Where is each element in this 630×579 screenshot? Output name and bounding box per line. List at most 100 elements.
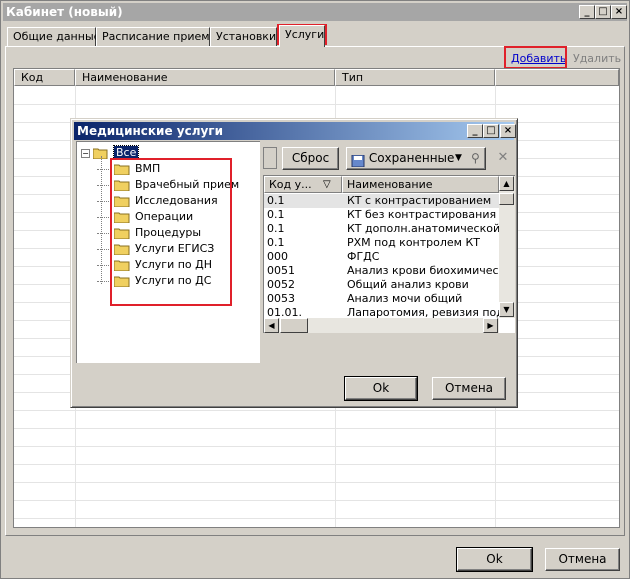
column-header-type[interactable]: Тип — [335, 69, 495, 86]
grid-line — [14, 410, 619, 411]
column-header-service-name[interactable]: Наименование — [342, 176, 499, 193]
close-button[interactable]: × — [611, 5, 627, 19]
service-name: Общий анализ крови — [347, 278, 469, 291]
service-row[interactable]: 0052 Общий анализ крови — [264, 278, 499, 292]
window-title: Кабинет (новый) — [6, 5, 123, 19]
tree-item-label: ВМП — [135, 162, 161, 175]
tab-settings[interactable]: Установки — [210, 27, 277, 47]
cancel-button[interactable]: Отмена — [545, 548, 620, 571]
tree-connector — [101, 156, 102, 284]
tree-item[interactable]: Процедуры — [97, 225, 201, 241]
reset-button[interactable]: Сброс — [282, 147, 339, 170]
tree-root[interactable]: − Все — [81, 145, 140, 161]
vertical-scrollbar[interactable]: ▲ ▼ — [499, 176, 515, 318]
tab-schedule[interactable]: Расписание приема — [96, 27, 216, 47]
dropdown-arrow-icon: ▼ — [455, 153, 462, 163]
tree-item-label: Операции — [135, 210, 194, 223]
tree-item[interactable]: Услуги по ДС — [97, 273, 211, 289]
dialog-cancel-button[interactable]: Отмена — [432, 377, 506, 400]
service-code: 000 — [267, 250, 288, 263]
service-row[interactable]: 0.1 КТ без контрастирования — [264, 208, 499, 222]
service-code: 0.1 — [267, 236, 285, 249]
tree-connector — [97, 200, 111, 202]
service-code: 0053 — [267, 292, 295, 305]
services-list-grid[interactable]: Код у... ▽ Наименование 0.1 КТ с контраст… — [263, 175, 515, 333]
saved-button[interactable]: Сохраненные ▼ ⚲ — [346, 147, 486, 170]
tree-item-label: Исследования — [135, 194, 218, 207]
horizontal-scrollbar[interactable]: ◀ ▶ — [264, 318, 499, 333]
folder-icon — [114, 275, 130, 287]
grid-line — [14, 518, 619, 519]
category-tree[interactable]: − Все ВМП Врачебный прием Исследования Опера… — [76, 141, 260, 363]
folder-icon — [114, 211, 130, 223]
scroll-left-button[interactable]: ◀ — [264, 318, 279, 333]
column-header-code[interactable]: Код — [14, 69, 75, 86]
toolbar-edge — [263, 147, 277, 169]
minimize-button[interactable]: _ — [579, 5, 595, 19]
dialog-titlebar: Медицинские услуги _ □ × — [74, 122, 516, 140]
service-name: Анализ крови биохимический — [347, 264, 499, 277]
tree-item[interactable]: Услуги ЕГИСЗ — [97, 241, 214, 257]
scroll-right-button[interactable]: ▶ — [483, 318, 498, 333]
scroll-thumb[interactable] — [499, 193, 514, 205]
service-row[interactable]: 0051 Анализ крови биохимический — [264, 264, 499, 278]
tree-item[interactable]: ВМП — [97, 161, 160, 177]
service-row[interactable]: 0.1 КТ дополн.анатомической об — [264, 222, 499, 236]
grid-line — [14, 500, 619, 501]
column-header-name[interactable]: Наименование — [75, 69, 335, 86]
service-name: ФГДС — [347, 250, 380, 263]
tab-services[interactable]: Услуги — [279, 25, 325, 47]
service-row[interactable]: 0.1 КТ с контрастированием — [264, 194, 499, 208]
service-code: 0052 — [267, 278, 295, 291]
dialog-close-button[interactable]: × — [500, 124, 516, 138]
tree-item[interactable]: Услуги по ДН — [97, 257, 212, 273]
collapse-icon[interactable]: − — [81, 148, 90, 158]
add-link[interactable]: Добавить — [511, 52, 566, 65]
delete-link[interactable]: Удалить — [573, 52, 621, 65]
dialog-title: Медицинские услуги — [77, 124, 223, 138]
tree-connector — [97, 216, 111, 218]
dialog-maximize-button[interactable]: □ — [483, 124, 499, 138]
tree-connector — [97, 232, 111, 234]
column-header-empty — [495, 69, 619, 86]
saved-label: Сохраненные — [368, 151, 455, 165]
folder-icon — [114, 227, 130, 239]
service-code: 0.1 — [267, 222, 285, 235]
dialog-minimize-button[interactable]: _ — [467, 124, 483, 138]
tree-item-label: Процедуры — [135, 226, 202, 239]
tree-item[interactable]: Врачебный прием — [97, 177, 239, 193]
grid-line — [14, 464, 619, 465]
service-name: РХМ под контролем КТ — [347, 236, 480, 249]
maximize-button[interactable]: □ — [595, 5, 611, 19]
tree-connector — [97, 168, 111, 170]
scroll-down-button[interactable]: ▼ — [499, 302, 514, 317]
hscroll-thumb[interactable] — [280, 318, 308, 333]
service-name: КТ дополн.анатомической об — [347, 222, 499, 235]
service-name: Анализ мочи общий — [347, 292, 463, 305]
service-row[interactable]: 0053 Анализ мочи общий — [264, 292, 499, 306]
tree-connector — [97, 280, 111, 282]
scroll-up-button[interactable]: ▲ — [499, 176, 514, 191]
folder-icon — [114, 195, 130, 207]
tree-item[interactable]: Исследования — [97, 193, 218, 209]
folder-icon — [114, 259, 130, 271]
floppy-icon — [351, 153, 365, 167]
tab-general[interactable]: Общие данные — [7, 27, 100, 47]
folder-icon — [114, 163, 130, 175]
folder-icon — [114, 179, 130, 191]
sort-arrow-icon: ▽ — [323, 179, 331, 190]
tree-root-label: Все — [112, 145, 140, 160]
ok-button[interactable]: Ok — [456, 547, 533, 572]
window-titlebar: Кабинет (новый) _ □ × — [3, 3, 627, 21]
service-row[interactable]: 0.1 РХМ под контролем КТ — [264, 236, 499, 250]
clear-icon[interactable]: ✕ — [492, 147, 514, 170]
grid-line — [14, 428, 619, 429]
tree-item[interactable]: Операции — [97, 209, 193, 225]
column-header-service-code[interactable]: Код у... ▽ — [264, 176, 342, 193]
dialog-ok-button[interactable]: Ok — [344, 376, 418, 401]
service-name: КТ с контрастированием — [347, 194, 492, 207]
tree-connector — [97, 248, 111, 250]
service-row[interactable]: 000 ФГДС — [264, 250, 499, 264]
tree-connector — [97, 184, 111, 186]
tree-connector — [97, 264, 111, 266]
